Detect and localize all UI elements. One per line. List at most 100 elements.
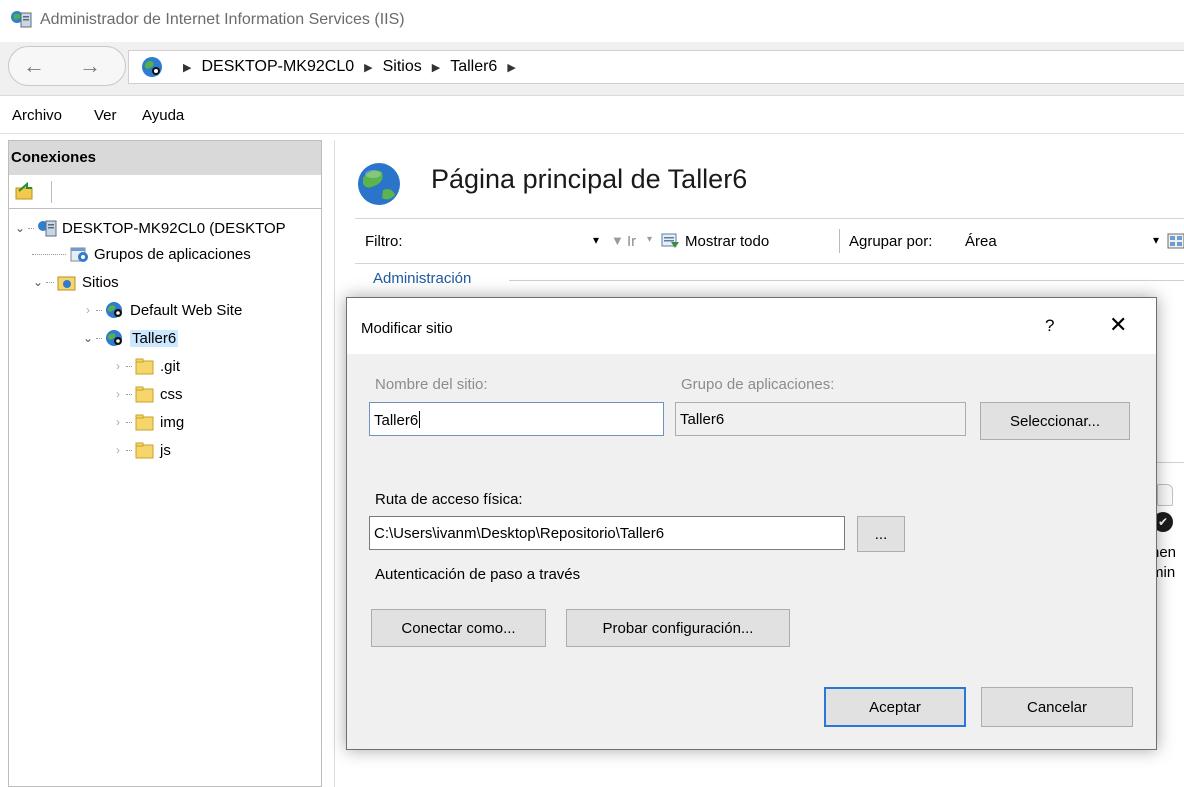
menu-bar: Archivo Ver Ayuda: [0, 96, 1184, 134]
website-globe-icon: [106, 302, 122, 318]
tree-label-folder: img: [160, 413, 185, 431]
server-icon: [38, 220, 57, 237]
globe-icon: [142, 57, 162, 77]
show-all-button[interactable]: Mostrar todo: [685, 233, 769, 250]
go-dropdown-icon[interactable]: ▾: [647, 234, 652, 245]
chevron-down-icon[interactable]: ⌄: [13, 221, 27, 235]
dialog-title: Modificar sitio: [361, 320, 453, 337]
tree-node-css[interactable]: › css: [111, 385, 183, 403]
tree-label-sites: Sitios: [82, 273, 119, 291]
select-app-pool-button[interactable]: Seleccionar...: [980, 402, 1130, 440]
chevron-right-icon[interactable]: ›: [111, 443, 125, 457]
help-icon[interactable]: ?: [1045, 316, 1054, 336]
folder-icon: [135, 358, 154, 375]
breadcrumb-arrow-icon[interactable]: ▶: [183, 61, 191, 74]
address-bar: ← → ▶ DESKTOP-MK92CL0 ▶ Sitios ▶ Taller6…: [0, 42, 1184, 96]
back-arrow-icon[interactable]: ←: [23, 53, 45, 79]
connections-toolbar: [9, 175, 321, 209]
site-name-label: Nombre del sitio:: [375, 376, 488, 393]
toolbar-separator: [51, 181, 52, 203]
filter-dropdown-icon[interactable]: ▾: [593, 233, 599, 247]
section-divider: [509, 280, 1184, 281]
tree-node-taller6[interactable]: ⌄ Taller6: [81, 329, 179, 347]
app-pools-icon: [70, 247, 88, 262]
website-globe-icon: [106, 330, 122, 346]
dialog-titlebar: Modificar sitio ? ✕: [347, 298, 1156, 354]
tree-label-folder: js: [160, 441, 171, 459]
text-caret: [419, 411, 421, 428]
site-globe-icon: [358, 163, 400, 205]
breadcrumb-arrow-icon[interactable]: ▶: [364, 61, 372, 74]
toolbar-separator: [839, 229, 840, 253]
navigation-buttons: ← →: [8, 46, 126, 86]
section-header-administracion: Administración: [373, 270, 472, 287]
sites-folder-icon: [57, 276, 76, 291]
chevron-right-icon[interactable]: ›: [81, 303, 95, 317]
connections-header: Conexiones: [9, 141, 321, 175]
tree-label-folder: .git: [160, 357, 181, 375]
test-settings-button[interactable]: Probar configuración...: [566, 609, 790, 647]
ok-button[interactable]: Aceptar: [824, 687, 966, 727]
tree-label-default-web-site: Default Web Site: [130, 301, 243, 319]
group-by-select[interactable]: Área: [965, 233, 997, 250]
physical-path-label: Ruta de acceso física:: [375, 491, 523, 508]
breadcrumb-arrow-icon[interactable]: ▶: [432, 61, 440, 74]
tree-label-app-pools: Grupos de aplicaciones: [94, 245, 251, 263]
chevron-right-icon[interactable]: ›: [111, 359, 125, 373]
view-mode-icon[interactable]: [1167, 231, 1184, 251]
menu-archivo[interactable]: Archivo: [12, 107, 62, 124]
filter-label: Filtro:: [365, 233, 403, 250]
chevron-down-icon[interactable]: ⌄: [31, 275, 45, 289]
folder-icon: [135, 442, 154, 459]
tree-label-folder: css: [160, 385, 183, 403]
chevron-right-icon[interactable]: ›: [111, 387, 125, 401]
window-title: Administrador de Internet Information Se…: [40, 11, 405, 28]
window-titlebar: Administrador de Internet Information Se…: [0, 0, 1184, 42]
tree-label-server: DESKTOP-MK92CL0 (DESKTOP: [62, 219, 286, 237]
connections-pane: Conexiones ⌄ DESKTOP-MK92CL0 (DESKTOP Gr…: [8, 140, 322, 787]
edit-site-dialog: Modificar sitio ? ✕ Nombre del sitio: Ta…: [346, 297, 1157, 750]
breadcrumb-server[interactable]: DESKTOP-MK92CL0: [201, 58, 354, 76]
tree-node-server[interactable]: ⌄ DESKTOP-MK92CL0 (DESKTOP: [13, 219, 286, 237]
menu-ayuda[interactable]: Ayuda: [142, 107, 184, 124]
browse-button[interactable]: ...: [857, 516, 905, 552]
folder-icon: [135, 414, 154, 431]
group-by-label: Agrupar por:: [849, 233, 933, 250]
cancel-button[interactable]: Cancelar: [981, 687, 1133, 727]
tree-node-sites[interactable]: ⌄ Sitios: [31, 273, 119, 291]
chevron-down-icon[interactable]: ⌄: [81, 331, 95, 345]
funnel-icon[interactable]: ▼: [611, 233, 624, 248]
site-name-input[interactable]: Taller6: [369, 402, 664, 436]
chevron-right-icon[interactable]: ›: [111, 415, 125, 429]
tree-node-git[interactable]: › .git: [111, 357, 180, 375]
show-all-icon: [661, 233, 679, 248]
tree-node-img[interactable]: › img: [111, 413, 184, 431]
breadcrumb-taller6[interactable]: Taller6: [450, 58, 497, 76]
address-field[interactable]: ▶ DESKTOP-MK92CL0 ▶ Sitios ▶ Taller6 ▶: [128, 50, 1184, 84]
group-by-dropdown-icon[interactable]: ▾: [1153, 233, 1159, 247]
physical-path-input[interactable]: C:\Users\ivanm\Desktop\Repositorio\Talle…: [369, 516, 845, 550]
tree-node-default-web-site[interactable]: › Default Web Site: [81, 301, 242, 319]
folder-icon: [135, 386, 154, 403]
breadcrumb-sites[interactable]: Sitios: [383, 58, 422, 76]
document-icon: [1157, 484, 1173, 506]
site-name-value: Taller6: [374, 412, 419, 429]
tree-label-taller6: Taller6: [130, 329, 179, 347]
menu-ver[interactable]: Ver: [94, 107, 117, 124]
close-icon[interactable]: ✕: [1109, 312, 1127, 338]
tree-node-app-pools[interactable]: Grupos de aplicaciones: [31, 245, 251, 263]
breadcrumb-arrow-icon[interactable]: ▶: [507, 61, 515, 74]
forward-arrow-icon[interactable]: →: [79, 53, 101, 79]
connect-icon[interactable]: [15, 182, 35, 200]
connect-as-button[interactable]: Conectar como...: [371, 609, 546, 647]
page-title: Página principal de Taller6: [431, 164, 748, 194]
connections-tree: ⌄ DESKTOP-MK92CL0 (DESKTOP Grupos de apl…: [9, 213, 321, 773]
authentication-text: Autenticación de paso a través: [375, 566, 581, 583]
iis-manager-icon: [11, 11, 32, 28]
app-pool-field: Taller6: [675, 402, 966, 436]
section-divider: [1155, 462, 1184, 463]
go-button[interactable]: Ir: [627, 233, 636, 250]
breadcrumb: ▶ DESKTOP-MK92CL0 ▶ Sitios ▶ Taller6 ▶: [173, 58, 526, 76]
tree-node-js[interactable]: › js: [111, 441, 171, 459]
app-pool-label: Grupo de aplicaciones:: [681, 376, 835, 393]
